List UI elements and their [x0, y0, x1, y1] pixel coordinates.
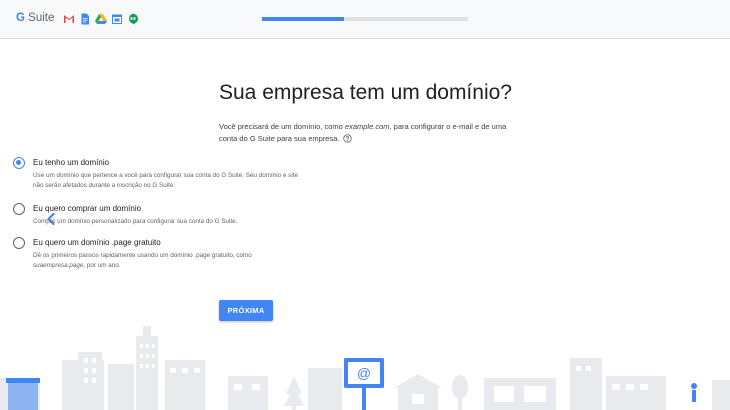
option-page-desc-prefix: Dê os primeiros passos rapidamente usand… [33, 252, 252, 259]
hangouts-icon [128, 13, 138, 25]
intro-prefix: Você precisará de um domínio, como [219, 122, 345, 131]
radio-buy-domain[interactable] [13, 203, 25, 215]
radio-page-domain[interactable] [13, 237, 25, 249]
intro-text: Você precisará de um domínio, como examp… [219, 121, 509, 145]
progress-fill [262, 17, 345, 21]
radio-own-domain[interactable] [13, 157, 25, 169]
calendar-icon [112, 14, 122, 24]
help-icon[interactable] [342, 134, 352, 143]
docs-icon [81, 13, 89, 25]
city-illustration: @ [0, 326, 730, 410]
option-page-desc-example: suaempresa.page [33, 262, 84, 269]
option-page-domain-desc: Dê os primeiros passos rapidamente usand… [33, 251, 303, 271]
gsuite-logo: G Suite [16, 12, 54, 24]
logo-suite: Suite [24, 12, 55, 24]
logo-g: G [16, 12, 25, 24]
option-own-domain-label[interactable]: Eu tenho um domínio [33, 158, 109, 167]
progress-bar [262, 17, 468, 21]
drive-icon [95, 14, 107, 24]
option-own-domain-desc: Use um domínio que pertence a você para … [33, 172, 298, 189]
page-title: Sua empresa tem um domínio? [219, 81, 512, 104]
option-buy-domain-desc: Compre um domínio personalizado para con… [33, 218, 238, 225]
app-icons [63, 12, 143, 26]
option-page-domain-label[interactable]: Eu quero um domínio .page gratuito [33, 238, 161, 247]
option-buy-domain-label[interactable]: Eu quero comprar um domínio [33, 204, 141, 213]
next-button[interactable]: PRÓXIMA [219, 300, 273, 321]
main-content: Sua empresa tem um domínio? Você precisa… [219, 80, 519, 145]
gmail-icon [64, 15, 74, 23]
top-bar: G Suite [0, 0, 730, 39]
intro-example: example.com [344, 122, 390, 131]
billboard-at-symbol: @ [357, 365, 371, 381]
option-page-desc-suffix: , por um ano. [83, 262, 121, 269]
